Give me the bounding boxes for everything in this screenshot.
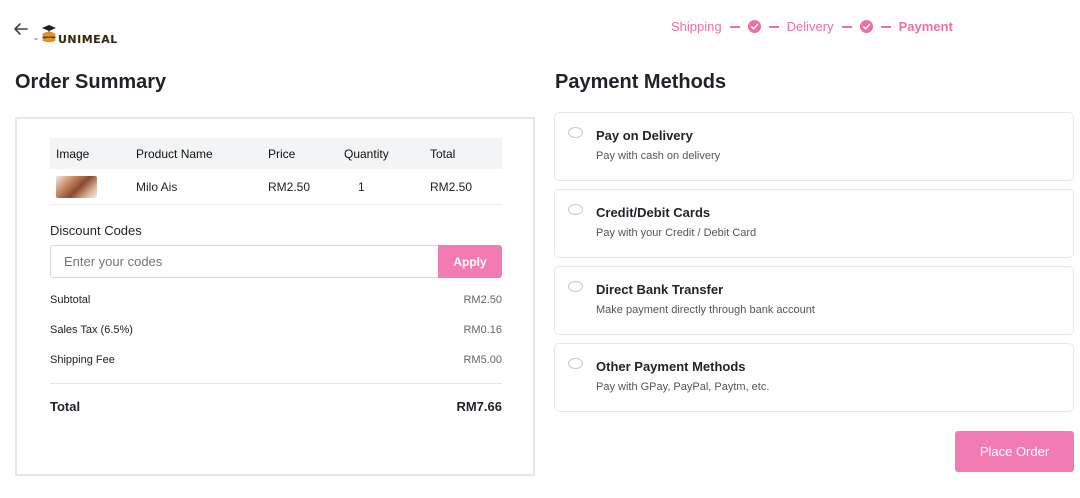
order-summary-title: Order Summary bbox=[15, 71, 167, 93]
table-header: Image Product Name Price Quantity Total bbox=[50, 138, 502, 169]
subtotal-label: Subtotal bbox=[50, 294, 91, 306]
column-header-image: Image bbox=[56, 146, 90, 161]
logo-prefix: - bbox=[34, 31, 38, 45]
product-total: RM2.50 bbox=[430, 179, 473, 194]
product-name: Milo Ais bbox=[136, 179, 178, 194]
apply-button[interactable]: Apply bbox=[438, 245, 502, 278]
sales-tax-value: RM0.16 bbox=[463, 324, 502, 336]
shipping-fee-label: Shipping Fee bbox=[50, 354, 115, 366]
order-table: Image Product Name Price Quantity Total … bbox=[50, 138, 502, 205]
stepper-connector bbox=[729, 25, 740, 28]
stepper-connector bbox=[841, 25, 852, 28]
shipping-fee-value: RM5.00 bbox=[463, 354, 502, 366]
payment-option-description: Pay with GPay, PayPal, Paytm, etc. bbox=[596, 381, 770, 393]
stepper-connector bbox=[880, 25, 891, 28]
payment-option-direct-bank-transfer[interactable]: Direct Bank Transfer Make payment direct… bbox=[554, 266, 1074, 335]
discount-code-input[interactable] bbox=[50, 245, 439, 278]
payment-option-title: Pay on Delivery bbox=[596, 128, 693, 143]
radio-button[interactable] bbox=[568, 127, 583, 138]
payment-option-pay-on-delivery[interactable]: Pay on Delivery Pay with cash on deliver… bbox=[554, 112, 1074, 181]
table-row: Milo Ais RM2.50 1 RM2.50 bbox=[50, 169, 502, 205]
subtotal-row: Subtotal RM2.50 bbox=[50, 294, 502, 306]
stepper-connector bbox=[768, 25, 779, 28]
shipping-fee-row: Shipping Fee RM5.00 bbox=[50, 354, 502, 366]
check-icon bbox=[747, 20, 761, 33]
radio-button[interactable] bbox=[568, 358, 583, 369]
payment-option-title: Other Payment Methods bbox=[596, 359, 746, 374]
check-icon bbox=[859, 20, 873, 33]
back-button[interactable] bbox=[12, 20, 32, 40]
product-image bbox=[56, 175, 97, 198]
graduation-cap-burger-icon bbox=[42, 25, 56, 43]
payment-option-title: Direct Bank Transfer bbox=[596, 282, 724, 297]
arrow-left-icon bbox=[14, 23, 28, 35]
step-delivery[interactable]: Delivery bbox=[787, 19, 834, 34]
top-bar: - UNIMEAL Shipping Delivery Payment bbox=[0, 0, 1080, 60]
sales-tax-row: Sales Tax (6.5%) RM0.16 bbox=[50, 324, 502, 336]
product-price: RM2.50 bbox=[268, 179, 311, 194]
subtotal-value: RM2.50 bbox=[463, 294, 502, 306]
payment-option-other-methods[interactable]: Other Payment Methods Pay with GPay, Pay… bbox=[554, 343, 1074, 412]
step-payment[interactable]: Payment bbox=[899, 19, 953, 34]
payment-option-description: Pay with your Credit / Debit Card bbox=[596, 227, 757, 239]
product-quantity: 1 bbox=[358, 179, 365, 194]
payment-methods-title: Payment Methods bbox=[555, 71, 727, 93]
step-shipping[interactable]: Shipping bbox=[671, 19, 722, 34]
sales-tax-label: Sales Tax (6.5%) bbox=[50, 324, 133, 336]
column-header-quantity: Quantity bbox=[344, 146, 389, 161]
radio-button[interactable] bbox=[568, 204, 583, 215]
radio-button[interactable] bbox=[568, 281, 583, 292]
logo[interactable]: - UNIMEAL bbox=[34, 22, 118, 46]
payment-option-credit-debit-cards[interactable]: Credit/Debit Cards Pay with your Credit … bbox=[554, 189, 1074, 258]
column-header-total: Total bbox=[430, 146, 456, 161]
total-label: Total bbox=[50, 399, 81, 414]
column-header-product-name: Product Name bbox=[136, 146, 213, 161]
checkout-stepper: Shipping Delivery Payment bbox=[671, 19, 953, 34]
place-order-button[interactable]: Place Order bbox=[955, 431, 1074, 472]
total-value: RM7.66 bbox=[456, 399, 502, 414]
payment-option-description: Pay with cash on delivery bbox=[596, 150, 721, 162]
divider bbox=[50, 383, 502, 384]
payment-option-description: Make payment directly through bank accou… bbox=[596, 304, 815, 316]
discount-codes-label: Discount Codes bbox=[50, 223, 142, 238]
total-row: Total RM7.66 bbox=[50, 399, 502, 414]
column-header-price: Price bbox=[268, 146, 296, 161]
product-image-cell bbox=[50, 175, 130, 198]
payment-option-title: Credit/Debit Cards bbox=[596, 205, 711, 220]
order-summary-card: Image Product Name Price Quantity Total … bbox=[15, 117, 535, 476]
logo-text: UNIMEAL bbox=[58, 32, 118, 46]
